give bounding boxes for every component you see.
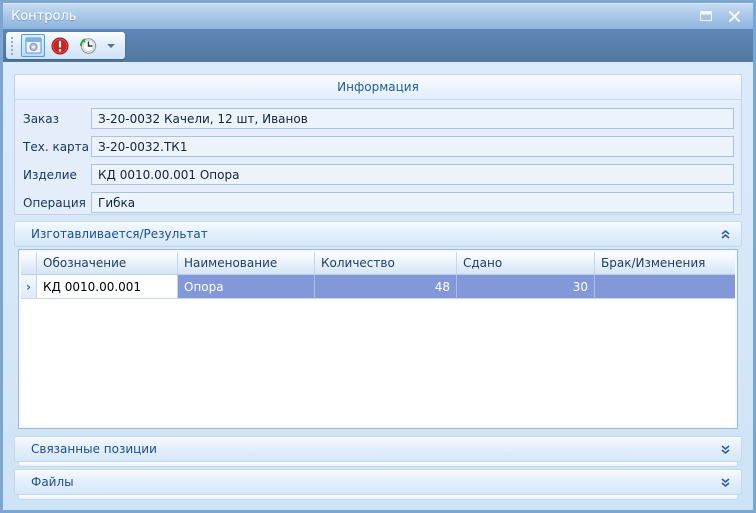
cell-name[interactable]: Опора: [178, 275, 315, 299]
order-label: Заказ: [23, 111, 60, 126]
double-chevron-down-icon: [720, 444, 730, 454]
info-group-title: Информация: [337, 80, 419, 94]
product-field[interactable]: [91, 164, 734, 185]
result-section-header[interactable]: Изготавливается/Результат: [14, 221, 742, 247]
order-field[interactable]: [91, 108, 734, 129]
cell-quantity[interactable]: 48: [315, 275, 457, 299]
cell-designation[interactable]: КД 0010.00.001: [37, 275, 178, 299]
row-indicator-icon: ›: [21, 275, 37, 299]
grid-header-row: Обозначение Наименование Количество Сдан…: [21, 252, 735, 275]
field-row-order: Заказ: [23, 108, 734, 129]
double-chevron-down-icon: [720, 477, 730, 487]
toolbar-drag-handle[interactable]: [10, 36, 15, 55]
maximize-icon: [700, 11, 712, 21]
files-collapsed-body: [18, 495, 738, 500]
control-window: Контроль Информация Заказ З-20-0032 Каче…: [0, 0, 756, 513]
info-groupbox: Информация Заказ Тех. карта Изделие Опер…: [14, 74, 742, 215]
cell-defects[interactable]: [595, 275, 735, 299]
result-grid: Обозначение Наименование Количество Сдан…: [18, 249, 738, 429]
collapse-button[interactable]: [718, 227, 732, 241]
form-settings-button[interactable]: [21, 34, 45, 57]
toolbar-band: [3, 29, 753, 62]
column-header-name[interactable]: Наименование: [178, 252, 315, 275]
product-label: Изделие: [23, 167, 77, 182]
grid-indicator-header: [21, 252, 37, 275]
double-chevron-up-icon: [720, 229, 730, 239]
chevron-down-icon: [106, 43, 115, 48]
maximize-button[interactable]: [695, 7, 717, 25]
column-header-delivered[interactable]: Сдано: [457, 252, 595, 275]
column-header-quantity[interactable]: Количество: [315, 252, 457, 275]
titlebar: Контроль: [3, 3, 753, 29]
expand-button[interactable]: [718, 475, 732, 489]
field-row-product: Изделие: [23, 164, 734, 185]
info-fields: Заказ Тех. карта Изделие Операция: [15, 100, 741, 213]
column-header-designation[interactable]: Обозначение: [37, 252, 178, 275]
form-settings-icon: [25, 37, 41, 54]
close-button[interactable]: [723, 7, 745, 25]
operation-field[interactable]: [91, 192, 734, 213]
toolbar-options-button[interactable]: [104, 34, 117, 57]
main-content: Информация Заказ Тех. карта Изделие Опер…: [3, 62, 753, 510]
window-title: Контроль: [11, 8, 77, 24]
related-items-collapsed-body: [18, 462, 738, 467]
expand-button[interactable]: [718, 442, 732, 456]
field-row-operation: Операция: [23, 192, 734, 213]
related-items-title: Связанные позиции: [31, 442, 157, 456]
related-items-section-header[interactable]: Связанные позиции: [14, 436, 742, 462]
table-row[interactable]: › КД 0010.00.001 Опора 48 30: [21, 275, 735, 299]
files-section-header[interactable]: Файлы: [14, 469, 742, 495]
grid-empty-area: [21, 299, 735, 426]
techcard-label: Тех. карта: [23, 139, 90, 154]
toolbar: [6, 32, 125, 59]
files-title: Файлы: [31, 475, 74, 489]
techcard-field[interactable]: [91, 136, 734, 157]
info-group-header: Информация: [15, 75, 741, 100]
history-button[interactable]: [75, 34, 99, 57]
close-icon: [728, 10, 740, 22]
operation-label: Операция: [23, 195, 86, 210]
cell-delivered[interactable]: 30: [457, 275, 595, 299]
history-clock-icon: [79, 37, 96, 54]
error-icon: [51, 37, 69, 54]
result-section-title: Изготавливается/Результат: [31, 227, 208, 241]
result-grid-inner: Обозначение Наименование Количество Сдан…: [19, 250, 737, 428]
error-button[interactable]: [48, 34, 72, 57]
field-row-techcard: Тех. карта: [23, 136, 734, 157]
column-header-defects[interactable]: Брак/Изменения: [595, 252, 735, 275]
